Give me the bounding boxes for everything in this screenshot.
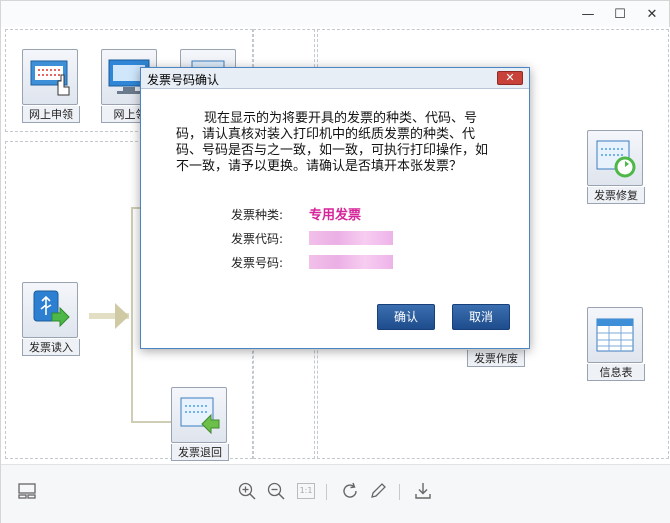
invoice-number-label: 发票号码: xyxy=(231,256,284,270)
tile-label: 信息表 xyxy=(587,364,645,381)
tile-invoice-read[interactable]: 发票读入 xyxy=(22,282,80,356)
invoice-repair-icon xyxy=(587,130,643,186)
actual-size-label: 1:1 xyxy=(297,483,315,499)
tile-online-apply[interactable]: 网上申领 xyxy=(22,49,80,123)
tile-label: 网上申领 xyxy=(22,106,80,123)
app-window: — ☐ ✕ 网上申领 网上领 发票读入 发票退回 发票修复 发票作废 信息表 发… xyxy=(0,0,670,523)
invoice-return-icon xyxy=(171,387,227,443)
invoice-number-confirm-dialog: 发票号码确认 ✕ 现在显示的为将要开具的发票的种类、代码、号码，请认真核对装入打… xyxy=(140,67,530,349)
tile-label: 发票作废 xyxy=(467,350,525,367)
zoom-in-icon[interactable] xyxy=(236,480,258,502)
tile-info-table[interactable]: 信息表 xyxy=(587,307,645,381)
bottom-toolbar: 1:1 xyxy=(1,464,670,523)
maximize-button[interactable]: ☐ xyxy=(607,5,633,23)
connector-bottom xyxy=(131,421,171,423)
invoice-number-value-redacted xyxy=(309,255,393,269)
invoice-type-label: 发票种类: xyxy=(231,208,284,222)
dialog-message: 现在显示的为将要开具的发票的种类、代码、号码，请认真核对装入打印机中的纸质发票的… xyxy=(176,111,489,174)
connector-vertical xyxy=(131,207,133,423)
invoice-code-label: 发票代码: xyxy=(231,232,284,246)
toolbar-separator xyxy=(326,484,327,500)
table-icon xyxy=(587,307,643,363)
edit-icon[interactable] xyxy=(367,480,389,502)
invoice-type-value: 专用发票 xyxy=(309,208,362,223)
close-window-button[interactable]: ✕ xyxy=(639,5,665,23)
tile-label: 发票退回 xyxy=(171,444,229,461)
dialog-title: 发票号码确认 xyxy=(147,73,220,87)
tile-label: 发票修复 xyxy=(587,187,645,204)
usb-read-icon xyxy=(22,282,78,338)
layout-icon[interactable] xyxy=(16,480,38,502)
dialog-close-button[interactable]: ✕ xyxy=(497,71,523,85)
download-icon[interactable] xyxy=(412,480,434,502)
tile-invoice-repair[interactable]: 发票修复 xyxy=(587,130,645,204)
tile-label: 发票读入 xyxy=(22,339,80,356)
rotate-icon[interactable] xyxy=(339,480,361,502)
flow-arrow-head-icon xyxy=(115,303,129,329)
actual-size-icon[interactable]: 1:1 xyxy=(295,480,317,502)
minimize-button[interactable]: — xyxy=(575,5,601,23)
tile-invoice-return[interactable]: 发票退回 xyxy=(171,387,229,461)
toolbar-separator xyxy=(399,484,400,500)
zoom-out-icon[interactable] xyxy=(265,480,287,502)
invoice-code-value-redacted xyxy=(309,231,393,245)
online-apply-icon xyxy=(22,49,78,105)
confirm-button[interactable]: 确认 xyxy=(377,304,435,330)
cancel-button[interactable]: 取消 xyxy=(452,304,510,330)
dialog-title-bar[interactable]: 发票号码确认 ✕ xyxy=(141,68,529,89)
